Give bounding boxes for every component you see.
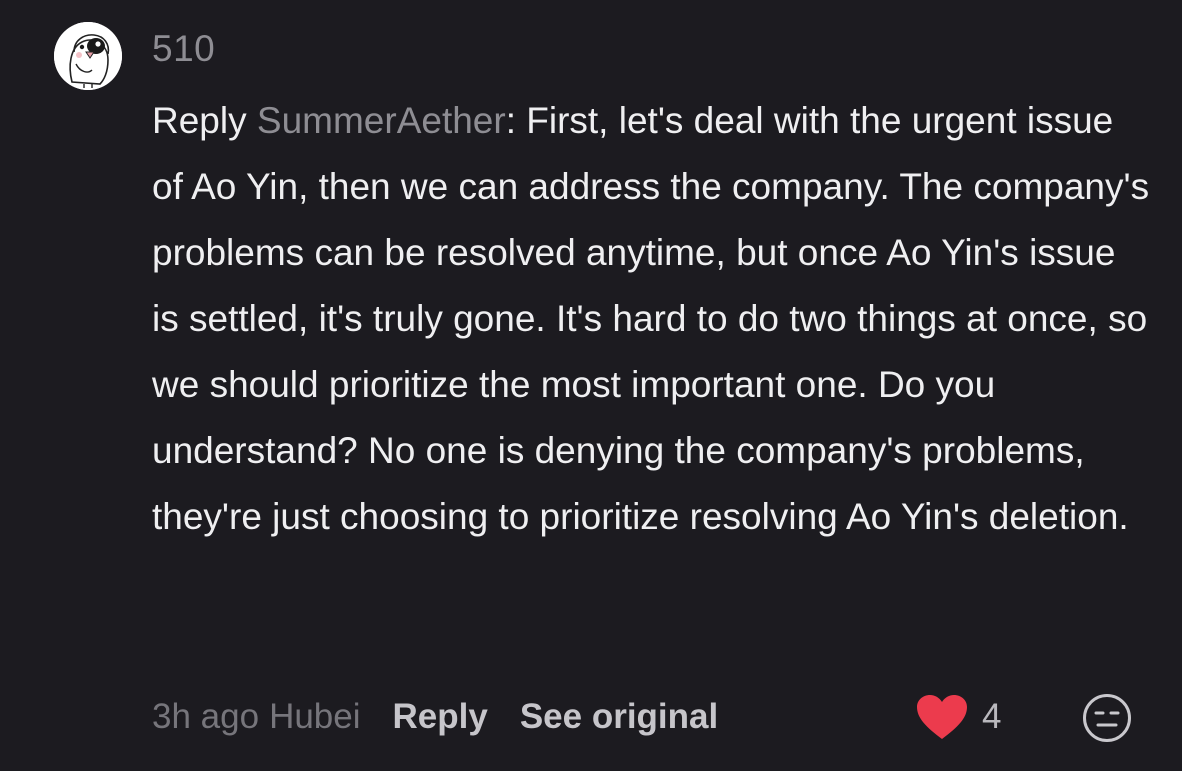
comment-time: 3h ago <box>152 697 260 736</box>
see-original-button[interactable]: See original <box>520 697 718 737</box>
like-button[interactable]: 4 <box>914 692 1001 742</box>
comment-item: 510 Reply SummerAether: First, let's dea… <box>0 0 1182 771</box>
reply-button[interactable]: Reply <box>393 697 488 737</box>
comment-meta: 3h ago Hubei Reply See original <box>152 692 718 742</box>
emoji-react-button[interactable] <box>1081 692 1133 744</box>
avatar[interactable] <box>54 22 122 90</box>
mentioned-user[interactable]: SummerAether <box>257 100 506 141</box>
comment-text: : First, let's deal with the urgent issu… <box>152 100 1150 537</box>
comment-body: Reply SummerAether: First, let's deal wi… <box>152 88 1152 550</box>
emoji-face-icon <box>1083 694 1131 742</box>
bird-avatar-icon <box>54 22 122 90</box>
comment-location: Hubei <box>269 697 361 736</box>
reply-prefix: Reply <box>152 100 257 141</box>
comment-username[interactable]: 510 <box>152 28 215 70</box>
like-count: 4 <box>982 697 1002 736</box>
heart-icon <box>917 695 967 739</box>
